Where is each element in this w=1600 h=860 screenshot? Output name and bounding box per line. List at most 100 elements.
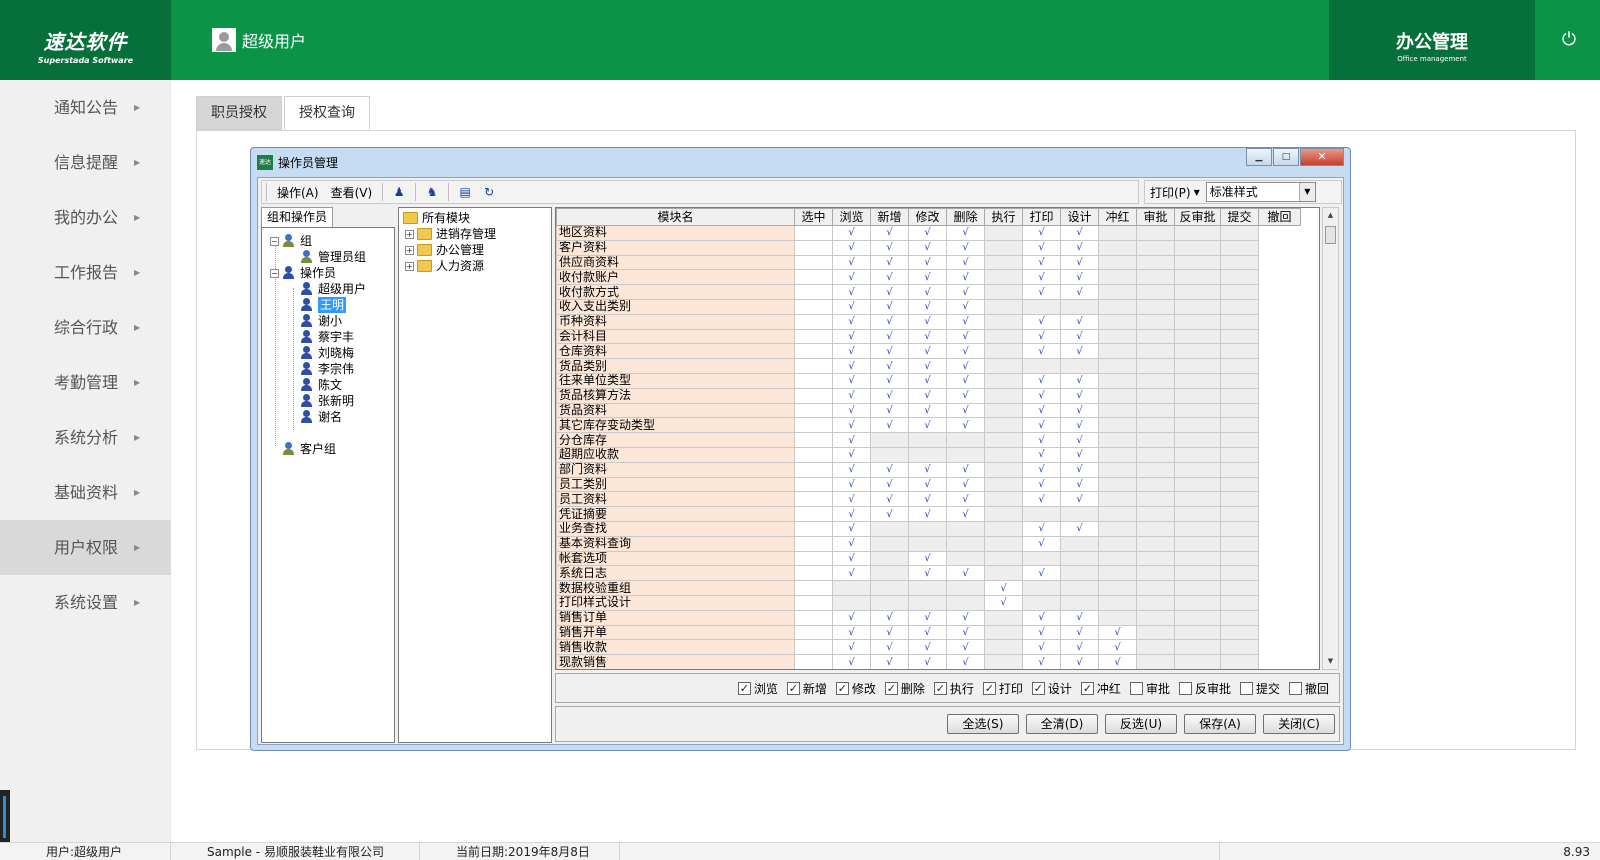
permission-checkmark[interactable]: √ xyxy=(946,609,985,626)
permission-checkmark[interactable]: √ xyxy=(946,565,985,582)
grid-scrollbar[interactable]: ▲ ▼ xyxy=(1322,207,1339,670)
permission-checkmark[interactable]: √ xyxy=(1060,639,1099,656)
permission-cell[interactable] xyxy=(1022,298,1061,315)
permission-cell[interactable] xyxy=(984,609,1023,626)
permission-cell[interactable] xyxy=(1098,580,1137,596)
permission-cell[interactable] xyxy=(1136,491,1175,508)
permission-checkmark[interactable]: √ xyxy=(1060,624,1099,641)
permission-cell[interactable] xyxy=(984,624,1023,641)
grid-column-header[interactable]: 提交 xyxy=(1220,208,1259,226)
permission-checkmark[interactable]: √ xyxy=(870,624,909,641)
permission-checkmark[interactable]: √ xyxy=(832,624,871,641)
permission-checkmark[interactable]: √ xyxy=(870,639,909,656)
permission-checkmark[interactable]: √ xyxy=(832,387,871,404)
permission-checkmark[interactable]: √ xyxy=(1098,654,1137,669)
permission-checkmark[interactable]: √ xyxy=(832,520,871,537)
permission-cell[interactable] xyxy=(1098,269,1137,286)
permission-cell[interactable] xyxy=(1098,491,1137,508)
permission-checkmark[interactable]: √ xyxy=(908,298,947,315)
permission-checkmark[interactable]: √ xyxy=(1022,269,1061,286)
table-row[interactable]: 收付款方式 √ √ √ √ √ √ xyxy=(556,284,1301,300)
table-row[interactable]: 收入支出类别 √ √ √ √ xyxy=(556,298,1301,315)
permission-cell[interactable] xyxy=(1098,239,1137,256)
table-row[interactable]: 系统日志 √ √ √ √ xyxy=(556,565,1301,582)
permission-cell[interactable] xyxy=(1136,446,1175,463)
checkbox-checked-icon[interactable]: ✓ xyxy=(737,681,751,695)
menu-view[interactable]: 查看(V) xyxy=(325,184,379,201)
permission-checkmark[interactable]: √ xyxy=(946,372,985,389)
table-row[interactable]: 货品资料 √ √ √ √ √ √ xyxy=(556,402,1301,419)
permission-cell[interactable] xyxy=(1136,313,1175,330)
permission-checkmark[interactable]: √ xyxy=(1060,609,1099,626)
permission-cell[interactable] xyxy=(1136,372,1175,389)
permission-checkmark[interactable]: √ xyxy=(1022,535,1061,552)
permission-cell[interactable] xyxy=(1174,580,1221,596)
permission-cell[interactable] xyxy=(794,461,833,478)
permission-checkmark[interactable]: √ xyxy=(1022,476,1061,493)
permission-cell[interactable] xyxy=(1136,254,1175,271)
permission-cell[interactable] xyxy=(1098,284,1137,300)
permission-cell[interactable] xyxy=(1174,372,1221,389)
permission-cell[interactable] xyxy=(1174,476,1221,493)
permission-checkmark[interactable]: √ xyxy=(1022,461,1061,478)
permission-cell[interactable] xyxy=(984,358,1023,374)
permission-checkmark[interactable]: √ xyxy=(1022,520,1061,537)
permission-cell[interactable] xyxy=(1022,594,1061,611)
permission-cell[interactable] xyxy=(984,432,1023,448)
permission-checkmark[interactable]: √ xyxy=(946,269,985,286)
table-row[interactable]: 销售订单 √ √ √ √ √ √ xyxy=(556,609,1301,626)
permission-cell[interactable] xyxy=(870,446,909,463)
permission-cell[interactable] xyxy=(870,520,909,537)
grid-column-header[interactable]: 冲红 xyxy=(1098,208,1137,226)
table-row[interactable]: 销售收款 √ √ √ √ √ √ √ xyxy=(556,639,1301,656)
permission-checkmark[interactable]: √ xyxy=(946,654,985,669)
minimize-icon[interactable]: ▁ xyxy=(1246,148,1272,166)
permission-cell[interactable] xyxy=(1098,372,1137,389)
table-row[interactable]: 币种资料 √ √ √ √ √ √ xyxy=(556,313,1301,330)
permission-checkmark[interactable]: √ xyxy=(1022,491,1061,508)
add-user-icon[interactable]: ♟ xyxy=(390,183,408,201)
close-button[interactable]: 关闭(C) xyxy=(1263,714,1335,734)
permission-cell[interactable] xyxy=(984,461,1023,478)
properties-icon[interactable]: ▤ xyxy=(456,183,474,201)
permission-cell[interactable] xyxy=(984,225,1023,241)
permission-cell[interactable] xyxy=(1098,520,1137,537)
permission-cell[interactable] xyxy=(794,446,833,463)
permission-checkbox[interactable]: ✓ 执行 xyxy=(933,680,974,697)
permission-checkmark[interactable]: √ xyxy=(832,654,871,669)
permission-checkmark[interactable]: √ xyxy=(1098,639,1137,656)
permission-cell[interactable] xyxy=(1220,417,1259,434)
permission-cell[interactable] xyxy=(1174,535,1221,552)
permission-checkmark[interactable]: √ xyxy=(946,624,985,641)
expand-icon[interactable]: + xyxy=(405,245,414,255)
collapse-icon[interactable]: − xyxy=(270,236,279,246)
grid-column-header[interactable]: 浏览 xyxy=(832,208,871,226)
grid-column-header[interactable]: 撤回 xyxy=(1258,208,1301,226)
permission-cell[interactable] xyxy=(984,239,1023,256)
table-row[interactable]: 会计科目 √ √ √ √ √ √ xyxy=(556,328,1301,345)
permission-checkmark[interactable]: √ xyxy=(946,358,985,374)
permission-cell[interactable] xyxy=(984,550,1023,567)
permission-checkmark[interactable]: √ xyxy=(908,565,947,582)
sidebar-item[interactable]: 考勤管理 ▶ xyxy=(0,355,171,410)
permission-checkmark[interactable]: √ xyxy=(870,328,909,345)
checkbox-unchecked-icon[interactable] xyxy=(1129,681,1143,695)
permission-cell[interactable] xyxy=(1098,298,1137,315)
permission-checkmark[interactable]: √ xyxy=(870,313,909,330)
permission-checkmark[interactable]: √ xyxy=(1060,269,1099,286)
permission-cell[interactable] xyxy=(1174,594,1221,611)
permission-checkmark[interactable]: √ xyxy=(1022,446,1061,463)
scroll-down-icon[interactable]: ▼ xyxy=(1323,654,1338,669)
permission-cell[interactable] xyxy=(1174,417,1221,434)
permission-cell[interactable] xyxy=(1060,550,1099,567)
table-row[interactable]: 帐套选项 √ √ xyxy=(556,550,1301,567)
permission-checkmark[interactable]: √ xyxy=(1060,284,1099,300)
sidebar-item[interactable]: 信息提醒 ▶ xyxy=(0,135,171,190)
permission-checkmark[interactable]: √ xyxy=(946,298,985,315)
permission-cell[interactable] xyxy=(1098,313,1137,330)
permission-cell[interactable] xyxy=(946,446,985,463)
permission-cell[interactable] xyxy=(1060,535,1099,552)
tree-node-module[interactable]: + 人力资源 xyxy=(405,258,484,274)
grid-column-header[interactable]: 选中 xyxy=(794,208,833,226)
permission-cell[interactable] xyxy=(1098,535,1137,552)
